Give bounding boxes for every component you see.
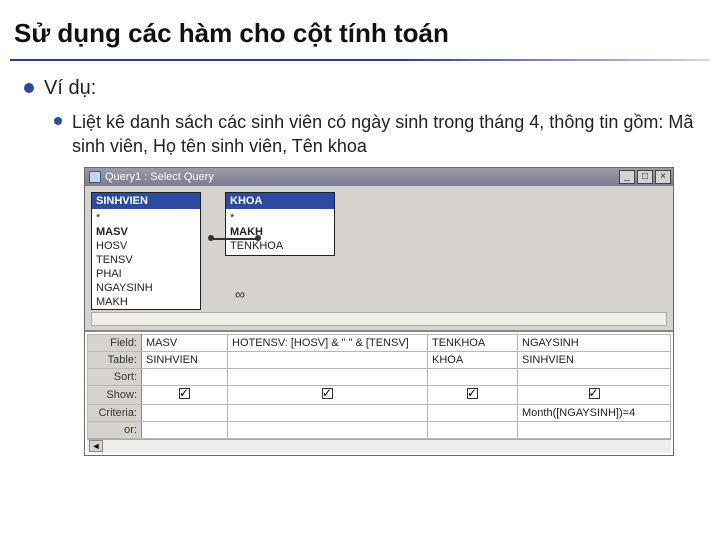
- row-header: Sort:: [88, 368, 142, 385]
- grid-cell[interactable]: [518, 385, 671, 404]
- title-rule: [10, 59, 710, 61]
- field-item[interactable]: PHAI: [96, 267, 196, 281]
- horizontal-scrollbar[interactable]: [91, 312, 667, 326]
- bullet-dot-icon: [24, 83, 34, 93]
- bullet-level1: Ví dụ:: [24, 75, 696, 102]
- bullet-level2: Liệt kê danh sách các sinh viên có ngày …: [54, 110, 696, 159]
- infinity-icon: ∞: [235, 286, 245, 302]
- minimize-button[interactable]: _: [619, 170, 635, 184]
- grid-cell[interactable]: [428, 421, 518, 438]
- slide-title: Sử dụng các hàm cho cột tính toán: [0, 0, 720, 55]
- grid-cell[interactable]: [142, 385, 228, 404]
- row-header: Show:: [88, 385, 142, 404]
- field-item[interactable]: NGAYSINH: [96, 281, 196, 295]
- grid-cell[interactable]: KHOA: [428, 351, 518, 368]
- maximize-button[interactable]: □: [637, 170, 653, 184]
- field-item[interactable]: MAKH: [96, 295, 196, 309]
- grid-cell[interactable]: [228, 385, 428, 404]
- grid-cell[interactable]: Month([NGAYSINH])=4: [518, 404, 671, 421]
- table-sinhvien[interactable]: SINHVIEN * MASV HOSV TENSV PHAI NGAYSINH…: [91, 192, 201, 310]
- grid-cell[interactable]: [142, 404, 228, 421]
- grid-row-show: Show:: [88, 385, 671, 404]
- grid-cell[interactable]: TENKHOA: [428, 334, 518, 351]
- field-item[interactable]: TENKHOA: [230, 239, 330, 253]
- grid-cell[interactable]: [518, 368, 671, 385]
- grid-cell[interactable]: [428, 368, 518, 385]
- grid-cell[interactable]: [228, 368, 428, 385]
- bullet-text: Ví dụ:: [44, 75, 96, 102]
- row-header: Criteria:: [88, 404, 142, 421]
- grid-cell[interactable]: [142, 421, 228, 438]
- grid-cell[interactable]: [428, 404, 518, 421]
- grid-row-criteria: Criteria: Month([NGAYSINH])=4: [88, 404, 671, 421]
- row-header: Table:: [88, 351, 142, 368]
- table-khoa[interactable]: KHOA * MAKH TENKHOA: [225, 192, 335, 256]
- grid-cell[interactable]: NGAYSINH: [518, 334, 671, 351]
- field-item[interactable]: TENSV: [96, 253, 196, 267]
- row-header: or:: [88, 421, 142, 438]
- grid-cell[interactable]: [228, 351, 428, 368]
- window-app-icon: [89, 171, 101, 183]
- grid-cell[interactable]: [518, 421, 671, 438]
- grid-scrollbar[interactable]: ◄: [87, 439, 671, 453]
- checkbox-icon[interactable]: [322, 388, 333, 399]
- close-button[interactable]: ×: [655, 170, 671, 184]
- query-design-window: Query1 : Select Query _ □ × SINHVIEN * M…: [84, 167, 674, 456]
- tables-pane: SINHVIEN * MASV HOSV TENSV PHAI NGAYSINH…: [85, 186, 673, 331]
- field-item[interactable]: MAKH: [230, 225, 330, 239]
- grid-cell[interactable]: HOTENSV: [HOSV] & " " & [TENSV]: [228, 334, 428, 351]
- grid-cell[interactable]: [142, 368, 228, 385]
- checkbox-icon[interactable]: [467, 388, 478, 399]
- table-title: SINHVIEN: [92, 193, 200, 209]
- table-title: KHOA: [226, 193, 334, 209]
- grid-row-or: or:: [88, 421, 671, 438]
- scroll-left-icon[interactable]: ◄: [89, 440, 103, 452]
- join-endpoint-icon: [255, 235, 261, 241]
- bullet-sub-text: Liệt kê danh sách các sinh viên có ngày …: [72, 110, 696, 159]
- field-item[interactable]: HOSV: [96, 239, 196, 253]
- field-item[interactable]: MASV: [96, 225, 196, 239]
- row-header: Field:: [88, 334, 142, 351]
- bullet-dot-icon: [54, 117, 62, 125]
- grid-cell[interactable]: [228, 421, 428, 438]
- grid-row-table: Table: SINHVIEN KHOA SINHVIEN: [88, 351, 671, 368]
- grid-row-field: Field: MASV HOTENSV: [HOSV] & " " & [TEN…: [88, 334, 671, 351]
- grid-cell[interactable]: [228, 404, 428, 421]
- field-item[interactable]: *: [96, 211, 196, 225]
- relationship-line[interactable]: [213, 238, 259, 240]
- grid-cell[interactable]: SINHVIEN: [518, 351, 671, 368]
- grid-cell[interactable]: MASV: [142, 334, 228, 351]
- window-titlebar: Query1 : Select Query _ □ ×: [85, 168, 673, 186]
- grid-cell[interactable]: SINHVIEN: [142, 351, 228, 368]
- field-item[interactable]: *: [230, 211, 330, 225]
- grid-cell[interactable]: [428, 385, 518, 404]
- design-grid: Field: MASV HOTENSV: [HOSV] & " " & [TEN…: [85, 331, 673, 455]
- grid-row-sort: Sort:: [88, 368, 671, 385]
- checkbox-icon[interactable]: [179, 388, 190, 399]
- checkbox-icon[interactable]: [589, 388, 600, 399]
- window-title-text: Query1 : Select Query: [105, 171, 214, 183]
